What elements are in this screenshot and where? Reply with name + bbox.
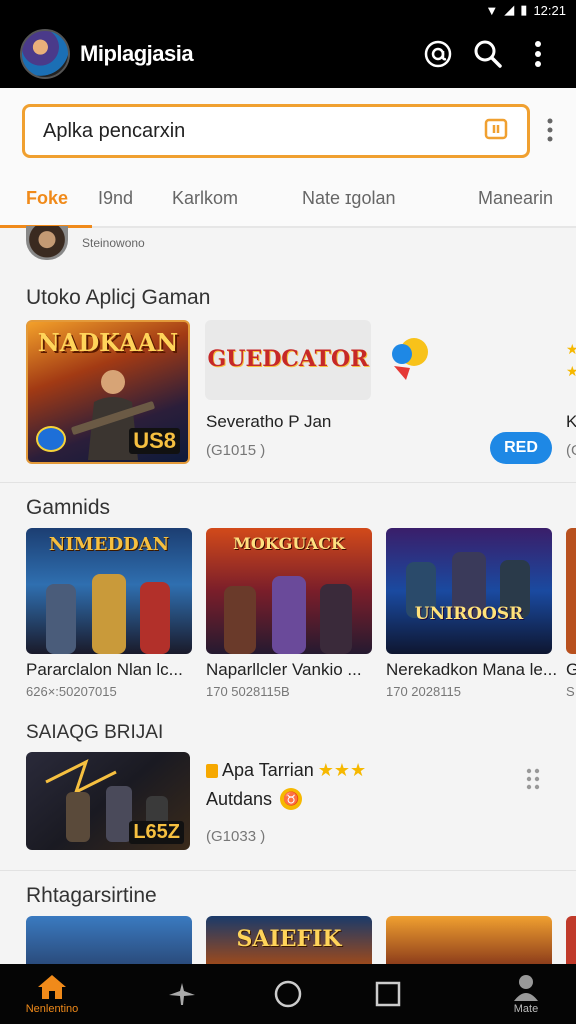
overflow-menu-icon[interactable] xyxy=(520,36,556,72)
partial-game-meta: S xyxy=(566,684,575,699)
install-button[interactable]: RED xyxy=(490,432,552,464)
pin-icon xyxy=(388,332,436,389)
app-logo-card[interactable]: GUEDCATOR xyxy=(205,320,371,400)
partial-game-card xyxy=(566,528,576,654)
search-options-icon[interactable] xyxy=(546,118,554,147)
tab-i9nd[interactable]: I9nd xyxy=(98,188,133,209)
bookmark-icon xyxy=(206,763,218,778)
at-icon[interactable] xyxy=(420,36,456,72)
partial-game-name: G xyxy=(566,660,576,679)
app-subtitle-row: Autdans ♉ xyxy=(206,788,303,810)
game-card-title: MOKGUACK xyxy=(233,534,345,553)
game-card[interactable]: SAIEFIK xyxy=(206,916,372,966)
app-name: Apa Tarrian xyxy=(222,760,314,780)
app-subtitle: Autdans xyxy=(206,788,273,809)
app-thumbnail[interactable]: L65Z xyxy=(26,752,190,850)
search-area xyxy=(0,88,576,170)
tab-karlkom[interactable]: Karlkom xyxy=(172,188,238,209)
search-box xyxy=(22,104,530,158)
nav-recents[interactable] xyxy=(358,964,418,1024)
user-row[interactable]: Steinowono xyxy=(26,226,145,260)
featured-badge: US8 xyxy=(129,428,180,454)
nav-profile[interactable]: Mate xyxy=(496,964,556,1024)
nav-home-button[interactable] xyxy=(258,964,318,1024)
category-tabs: Foke I9nd Karlkom Nate ɪgolan Manearin xyxy=(0,170,576,228)
thumbnail-badge: L65Z xyxy=(129,821,184,844)
game-card[interactable]: UNIROOSR xyxy=(386,528,552,654)
game-characters xyxy=(46,574,170,654)
game-card[interactable]: NIMEDDAN xyxy=(26,528,192,654)
game-name[interactable]: Nerekadkon Mana le... xyxy=(386,660,557,680)
wifi-icon: ▼ xyxy=(485,2,499,18)
person-icon xyxy=(514,975,538,1001)
tab-foke[interactable]: Foke xyxy=(26,188,68,209)
tab-manearin[interactable]: Manearin xyxy=(478,188,553,209)
tab-nate-igolan[interactable]: Nate ɪgolan xyxy=(302,188,395,209)
partial-game-card xyxy=(566,916,576,966)
home-icon xyxy=(38,975,66,999)
game-name[interactable]: Naparllcler Vankio ... xyxy=(206,660,362,680)
nav-home[interactable]: Nenlentino xyxy=(14,964,90,1024)
app-meta: (G1015 ) xyxy=(206,442,266,459)
user-name: Steinowono xyxy=(82,236,145,250)
app-logo-text: GUEDCATOR xyxy=(207,346,369,372)
game-meta: 170 2028115 xyxy=(386,684,461,699)
partial-stars: ★ ★ xyxy=(566,341,576,379)
profile-avatar[interactable] xyxy=(20,29,70,79)
game-card[interactable]: MOKGUACK xyxy=(206,528,372,654)
user-avatar xyxy=(26,226,68,260)
game-meta: 626×:50207015 xyxy=(26,684,117,699)
game-card-title: UNIROOSR xyxy=(414,604,524,624)
game-meta: 170 5028115B xyxy=(206,684,290,699)
app-meta: (G1033 ) xyxy=(206,828,266,845)
status-bar: ▼ ◢ ▮ 12:21 xyxy=(0,0,576,20)
nav-home-label: Nenlentino xyxy=(25,1003,79,1015)
section-divider xyxy=(0,870,576,871)
partial-app-name: K xyxy=(566,412,576,431)
search-icon[interactable] xyxy=(470,36,506,72)
featured-game-title: NADKAAN xyxy=(37,328,179,357)
section-title: Rhtagarsirtine xyxy=(26,884,157,907)
section-title: SAIAQG BRIJAI xyxy=(26,722,164,743)
voice-search-icon[interactable] xyxy=(483,116,509,147)
game-name[interactable]: Pararclalon Nlan lc... xyxy=(26,660,183,680)
section-title: Utoko Aplicj Gaman xyxy=(26,286,211,309)
app-title: Miplagjasia xyxy=(80,41,194,66)
game-card[interactable] xyxy=(26,916,192,966)
game-card[interactable] xyxy=(386,916,552,966)
nav-profile-label: Mate xyxy=(513,1003,539,1015)
game-card-title: SAIEFIK xyxy=(236,926,342,952)
game-characters xyxy=(224,576,352,654)
app-bar: Miplagjasia xyxy=(0,20,576,88)
zodiac-icon: ♉ xyxy=(280,788,303,810)
signal-icon: ◢ xyxy=(504,2,515,17)
app-name[interactable]: Severatho P Jan xyxy=(206,412,331,432)
battery-icon: ▮ xyxy=(520,2,528,17)
featured-game-card[interactable]: NADKAAN US8 xyxy=(26,320,190,464)
nav-flights[interactable] xyxy=(152,964,212,1024)
plane-icon xyxy=(169,983,195,1005)
section-title: Gamnids xyxy=(26,496,111,519)
status-time: 12:21 xyxy=(533,2,566,18)
game-emblem-icon xyxy=(36,426,66,452)
app-title-row[interactable]: Apa Tarrian ★★★ xyxy=(206,760,366,781)
bottom-navigation: Nenlentino Mate xyxy=(0,964,576,1024)
rating-stars: ★★★ xyxy=(317,760,367,780)
drag-handle-icon[interactable] xyxy=(526,768,540,795)
game-card-title: NIMEDDAN xyxy=(48,534,170,555)
search-input[interactable] xyxy=(43,119,483,143)
square-icon xyxy=(375,981,401,1007)
section-divider xyxy=(0,482,576,483)
circle-icon xyxy=(274,980,302,1008)
partial-app-meta: (G xyxy=(566,442,576,459)
